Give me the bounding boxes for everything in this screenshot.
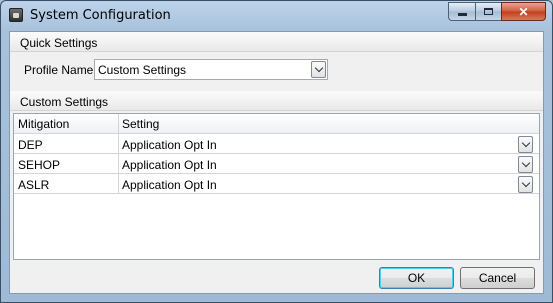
- custom-settings-header: Custom Settings: [10, 91, 543, 111]
- table-row[interactable]: DEP Application Opt In: [14, 134, 539, 154]
- quick-settings-label: Quick Settings: [20, 36, 98, 50]
- setting-cell[interactable]: Application Opt In: [122, 138, 217, 152]
- dialog-footer: OK Cancel: [10, 261, 543, 293]
- column-header-mitigation[interactable]: Mitigation: [18, 117, 69, 131]
- column-separator[interactable]: [118, 114, 119, 134]
- ok-button[interactable]: OK: [379, 267, 454, 289]
- table-row[interactable]: SEHOP Application Opt In: [14, 154, 539, 174]
- column-header-setting[interactable]: Setting: [122, 117, 159, 131]
- setting-dropdown-button[interactable]: [518, 136, 533, 153]
- quick-settings-header: Quick Settings: [10, 32, 543, 52]
- caption-buttons: ✕: [448, 2, 546, 22]
- chevron-down-icon: [314, 63, 323, 73]
- cell-divider: [118, 154, 119, 174]
- system-configuration-window: System Configuration ✕ Quick Settings Pr…: [0, 0, 553, 303]
- cell-divider: [118, 174, 119, 194]
- setting-dropdown-button[interactable]: [518, 176, 533, 193]
- dialog-client-area: Quick Settings Profile Name Custom Setti…: [9, 31, 544, 294]
- custom-settings-label: Custom Settings: [20, 95, 109, 109]
- profile-name-label: Profile Name: [24, 63, 94, 77]
- maximize-button[interactable]: [475, 2, 501, 21]
- setting-cell[interactable]: Application Opt In: [122, 158, 217, 172]
- table-row[interactable]: ASLR Application Opt In: [14, 174, 539, 194]
- close-button[interactable]: ✕: [501, 2, 546, 21]
- profile-dropdown-button[interactable]: [311, 61, 326, 78]
- window-title: System Configuration: [30, 8, 171, 23]
- mitigation-grid: Mitigation Setting DEP Application Opt I…: [13, 113, 540, 260]
- mitigation-cell: DEP: [18, 138, 43, 152]
- cell-divider: [118, 134, 119, 154]
- maximize-icon: [484, 8, 493, 15]
- title-bar[interactable]: System Configuration ✕: [1, 1, 552, 31]
- setting-dropdown-button[interactable]: [518, 156, 533, 173]
- profile-name-dropdown[interactable]: Custom Settings: [94, 59, 328, 80]
- close-icon: ✕: [518, 4, 529, 19]
- minimize-icon: [457, 13, 467, 16]
- mitigation-cell: ASLR: [18, 178, 50, 192]
- mitigation-cell: SEHOP: [18, 158, 61, 172]
- cancel-button[interactable]: Cancel: [460, 267, 535, 289]
- profile-name-value: Custom Settings: [98, 63, 187, 77]
- settings-icon: [9, 8, 23, 22]
- setting-cell[interactable]: Application Opt In: [122, 178, 217, 192]
- chevron-down-icon: [521, 178, 530, 188]
- minimize-button[interactable]: [448, 2, 475, 21]
- grid-header: Mitigation Setting: [14, 114, 539, 134]
- chevron-down-icon: [521, 158, 530, 168]
- chevron-down-icon: [521, 138, 530, 148]
